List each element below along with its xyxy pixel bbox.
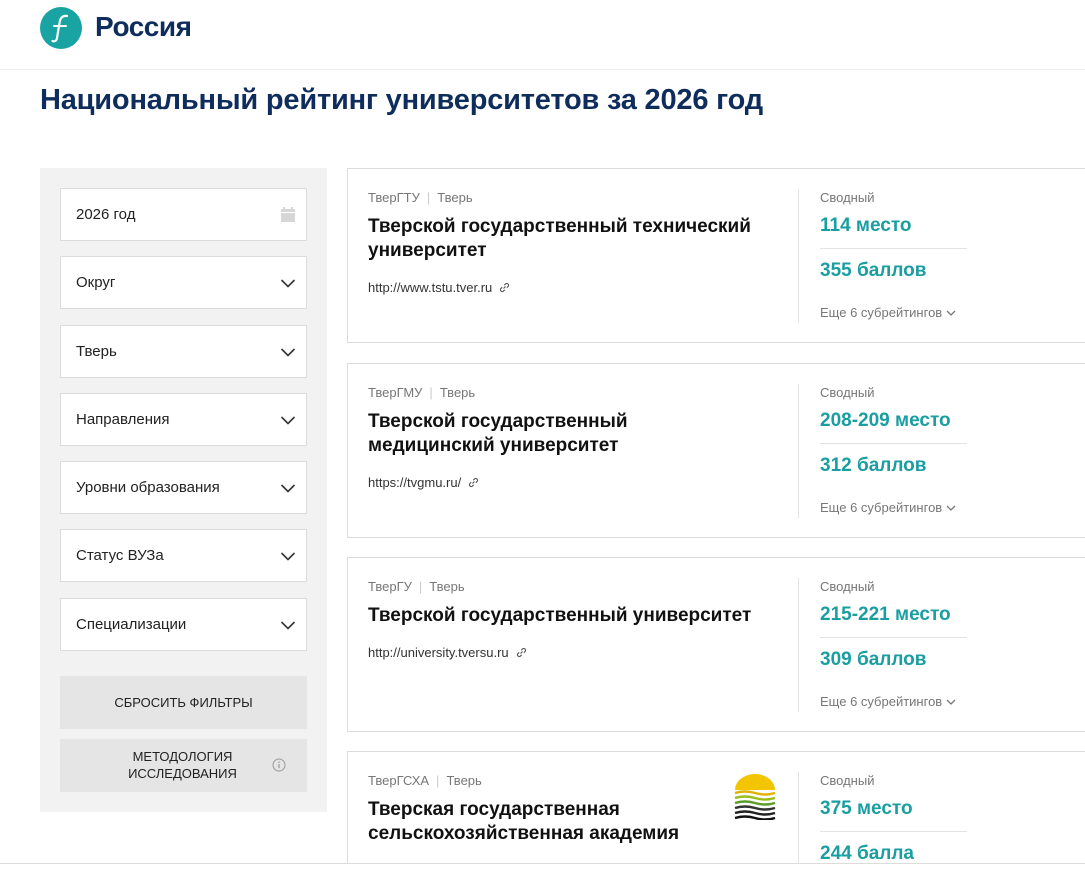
- university-meta: ТверГУ | Тверь: [368, 579, 465, 594]
- university-city: Тверь: [429, 579, 465, 594]
- university-url: http://university.tversu.ru: [368, 645, 509, 660]
- more-subratings-toggle[interactable]: Еще 6 субрейтингов: [820, 305, 956, 320]
- rating-place: 114 место: [820, 215, 912, 236]
- rating-label: Сводный: [820, 773, 875, 788]
- site-header: Россия: [0, 0, 1085, 70]
- year-value: 2026 год: [76, 206, 136, 223]
- chevron-down-icon: [280, 621, 296, 630]
- filter-label: Направления: [76, 411, 170, 428]
- university-website-link[interactable]: http://university.tversu.ru: [368, 645, 528, 660]
- site-name[interactable]: Россия: [95, 11, 192, 43]
- card-divider: [798, 384, 799, 518]
- rating-divider: [820, 637, 967, 638]
- link-icon: [516, 647, 526, 658]
- more-subratings-label: Еще 6 субрейтингов: [820, 694, 943, 709]
- filter-directions[interactable]: Направления: [60, 393, 307, 446]
- rating-score: 312 баллов: [820, 455, 927, 476]
- chevron-down-icon: [280, 552, 296, 561]
- logo-letter-icon: [51, 14, 69, 43]
- card-divider: [798, 578, 799, 712]
- info-icon: [272, 758, 286, 772]
- rating-divider: [820, 248, 967, 249]
- rating-score: 244 балла: [820, 843, 914, 864]
- page-title: Национальный рейтинг университетов за 20…: [40, 84, 763, 116]
- university-city: Тверь: [446, 773, 482, 788]
- logo-icon[interactable]: [40, 7, 82, 49]
- university-meta: ТверГТУ | Тверь: [368, 190, 473, 205]
- rating-divider: [820, 831, 967, 832]
- rating-label: Сводный: [820, 190, 875, 205]
- reset-filters-button[interactable]: СБРОСИТЬ ФИЛЬТРЫ: [60, 676, 307, 729]
- filter-label: Специализации: [76, 616, 187, 633]
- more-subratings-toggle[interactable]: Еще 6 субрейтингов: [820, 500, 956, 515]
- university-abbr: ТверГМУ: [368, 385, 423, 400]
- filter-university-status[interactable]: Статус ВУЗа: [60, 529, 307, 582]
- filter-sidebar: 2026 год Округ Тверь Направления Уровни …: [40, 168, 327, 812]
- university-url: https://tvgmu.ru/: [368, 475, 462, 490]
- chevron-down-icon: [946, 699, 956, 705]
- university-abbr: ТверГУ: [368, 579, 412, 594]
- university-city: Тверь: [437, 190, 473, 205]
- reset-filters-label: СБРОСИТЬ ФИЛЬТРЫ: [114, 695, 253, 710]
- university-abbr: ТверГТУ: [368, 190, 420, 205]
- more-subratings-label: Еще 6 субрейтингов: [820, 305, 943, 320]
- methodology-button[interactable]: МЕТОДОЛОГИЯ ИССЛЕДОВАНИЯ: [60, 739, 307, 792]
- university-url: http://www.tstu.tver.ru: [368, 280, 493, 295]
- university-card[interactable]: ТверГМУ | Тверь Тверской государственный м…: [347, 363, 1085, 538]
- university-abbr: ТверГСХА: [368, 773, 430, 788]
- chevron-down-icon: [280, 484, 296, 493]
- link-icon: [500, 282, 510, 293]
- filter-label: Округ: [76, 274, 116, 291]
- methodology-label: МЕТОДОЛОГИЯ ИССЛЕДОВАНИЯ: [128, 749, 237, 781]
- rating-score: 355 баллов: [820, 260, 927, 281]
- rating-place: 215-221 место: [820, 604, 951, 625]
- rating-score: 309 баллов: [820, 649, 927, 670]
- university-meta: ТверГСХА | Тверь: [368, 773, 482, 788]
- university-name[interactable]: Тверской государственный технический уни…: [368, 215, 788, 263]
- year-picker[interactable]: 2026 год: [60, 188, 307, 241]
- filter-label: Уровни образования: [76, 479, 220, 496]
- chevron-down-icon: [946, 505, 956, 511]
- university-name[interactable]: Тверская государственная сельскохозяйств…: [368, 798, 708, 846]
- rating-label: Сводный: [820, 385, 875, 400]
- university-city: Тверь: [439, 385, 476, 400]
- chevron-down-icon: [946, 310, 956, 316]
- rating-divider: [820, 443, 967, 444]
- chevron-down-icon: [280, 279, 296, 288]
- chevron-down-icon: [280, 416, 296, 425]
- link-icon: [469, 477, 479, 488]
- more-subratings-label: Еще 6 субрейтингов: [820, 500, 943, 515]
- filter-education-levels[interactable]: Уровни образования: [60, 461, 307, 514]
- viewport-bottom-area: [0, 864, 1085, 890]
- filter-label: Статус ВУЗа: [76, 547, 164, 564]
- card-divider: [798, 189, 799, 323]
- filter-specializations[interactable]: Специализации: [60, 598, 307, 651]
- university-website-link[interactable]: https://tvgmu.ru/: [368, 475, 480, 490]
- university-website-link[interactable]: http://www.tstu.tver.ru: [368, 280, 511, 295]
- chevron-down-icon: [280, 348, 296, 357]
- university-logo-icon: [734, 774, 776, 820]
- more-subratings-toggle[interactable]: Еще 6 субрейтингов: [820, 694, 956, 709]
- rating-label: Сводный: [820, 579, 875, 594]
- filter-district[interactable]: Округ: [60, 256, 307, 309]
- calendar-icon: [281, 207, 295, 222]
- filter-region[interactable]: Тверь: [60, 325, 307, 378]
- university-meta: ТверГМУ | Тверь: [368, 385, 476, 400]
- rating-place: 375 место: [820, 798, 913, 819]
- university-card[interactable]: ТверГУ | Тверь Тверской государственный ун…: [347, 557, 1085, 732]
- university-name[interactable]: Тверской государственный медицинский уни…: [368, 410, 668, 458]
- filter-label: Тверь: [76, 343, 117, 360]
- university-card[interactable]: ТверГТУ | Тверь Тверской государственный т…: [347, 168, 1085, 343]
- university-name[interactable]: Тверской государственный университет: [368, 604, 798, 628]
- rating-place: 208-209 место: [820, 410, 951, 431]
